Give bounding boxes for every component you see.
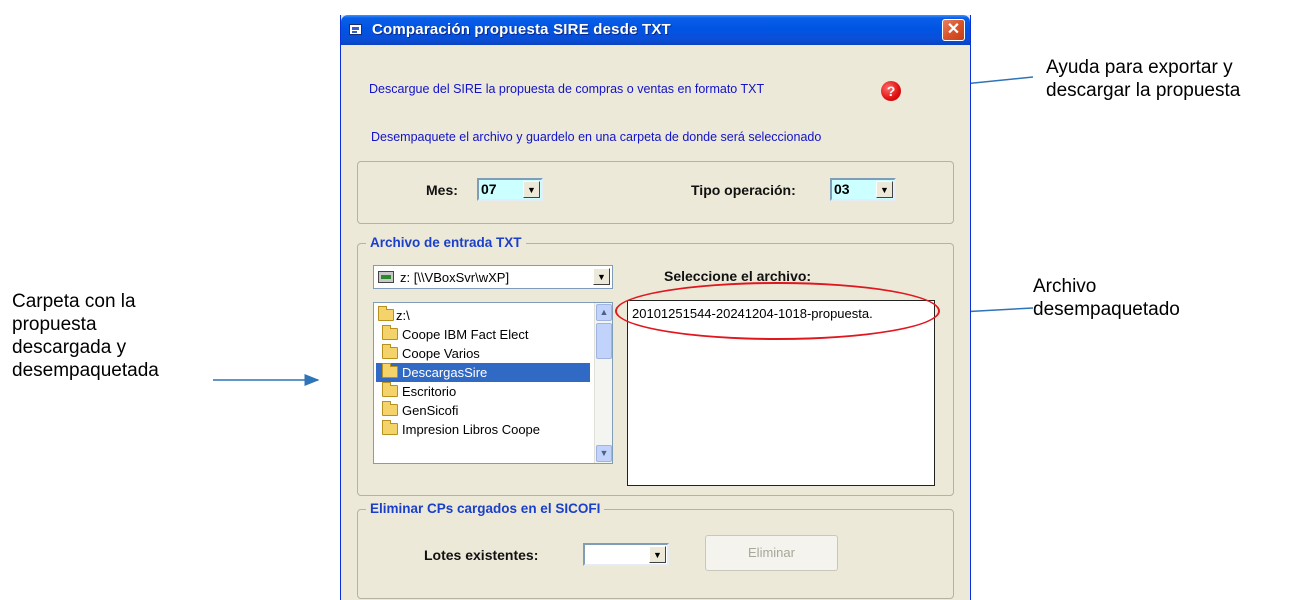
folder-icon	[382, 401, 398, 416]
folder-list[interactable]: z:\ Coope IBM Fact Elect Coope Varios De…	[373, 302, 613, 464]
tipo-operacion-value: 03	[834, 181, 850, 197]
file-annotation-line: Archivo	[1033, 276, 1097, 297]
list-item[interactable]: GenSicofi	[376, 401, 590, 420]
chevron-down-icon[interactable]: ▼	[596, 445, 612, 462]
mes-select[interactable]: 07 ▼	[477, 178, 543, 201]
help-annotation-line: Ayuda para exportar y	[1046, 57, 1233, 78]
folder-icon	[382, 420, 398, 435]
folder-icon	[382, 363, 398, 378]
folder-annotation-line: desempaquetada	[12, 360, 159, 381]
folder-annotation-line: propuesta	[12, 314, 97, 335]
chevron-down-icon[interactable]: ▼	[876, 181, 893, 198]
close-icon: ✕	[946, 21, 961, 38]
window-title: Comparación propuesta SIRE desde TXT	[372, 21, 671, 38]
file-annotation: Archivo desempaquetado	[1033, 275, 1180, 321]
help-annotation: Ayuda para exportar y descargar la propu…	[1046, 56, 1240, 102]
folder-icon	[382, 382, 398, 397]
close-button[interactable]: ✕	[942, 19, 965, 41]
tipo-operacion-select[interactable]: 03 ▼	[830, 178, 896, 201]
chevron-down-icon[interactable]: ▼	[523, 181, 540, 198]
input-file-group-legend: Archivo de entrada TXT	[366, 235, 526, 250]
list-item[interactable]: Coope IBM Fact Elect	[376, 325, 590, 344]
mes-value: 07	[481, 181, 497, 197]
network-drive-icon	[378, 271, 394, 283]
scrollbar-thumb[interactable]	[596, 323, 612, 359]
folder-name: z:\	[396, 308, 410, 323]
drive-value: z: [\\VBoxSvr\wXP]	[400, 270, 510, 285]
help-icon-glyph: ?	[886, 83, 896, 99]
delete-group: Eliminar CPs cargados en el SICOFI Lotes…	[357, 501, 954, 599]
list-item[interactable]: Impresion Libros Coope	[376, 420, 590, 439]
list-item[interactable]: Escritorio	[376, 382, 590, 401]
delete-group-legend: Eliminar CPs cargados en el SICOFI	[366, 501, 605, 516]
folder-open-icon	[378, 306, 394, 321]
instruction-download-text: Descargue del SIRE la propuesta de compr…	[369, 82, 765, 96]
instruction-download: Descargue del SIRE la propuesta de compr…	[369, 82, 764, 96]
delete-button[interactable]: Eliminar	[705, 535, 838, 571]
app-window-icon	[349, 24, 362, 35]
chevron-down-icon[interactable]: ▼	[649, 546, 666, 563]
lotes-select[interactable]: ▼	[583, 543, 669, 566]
chevron-up-icon[interactable]: ▲	[596, 304, 612, 321]
folder-name: GenSicofi	[402, 403, 459, 418]
folder-annotation: Carpeta con la propuesta descargada y de…	[12, 290, 159, 382]
folder-annotation-line: Carpeta con la	[12, 291, 136, 312]
chevron-down-icon[interactable]: ▼	[593, 268, 610, 285]
instruction-unpack-text: Desempaquete el archivo y guardelo en un…	[371, 130, 822, 144]
tipo-operacion-label: Tipo operación:	[691, 182, 796, 198]
folder-name: Escritorio	[402, 384, 457, 399]
help-annotation-line: descargar la propuesta	[1046, 80, 1241, 101]
lotes-label: Lotes existentes:	[424, 547, 539, 563]
folder-list-scrollbar[interactable]: ▲ ▼	[594, 303, 612, 463]
folder-icon	[382, 344, 398, 359]
folder-name: DescargasSire	[402, 365, 488, 380]
list-item-selected[interactable]: DescargasSire	[376, 363, 590, 382]
list-item[interactable]: z:\	[376, 306, 590, 325]
mes-label: Mes:	[426, 182, 458, 198]
folder-name: Coope IBM Fact Elect	[402, 327, 529, 342]
folder-name: Impresion Libros Coope	[402, 422, 541, 437]
help-icon[interactable]: ?	[881, 81, 901, 101]
list-item[interactable]: Coope Varios	[376, 344, 590, 363]
drive-select[interactable]: z: [\\VBoxSvr\wXP] ▼	[373, 265, 613, 289]
instruction-unpack: Desempaquete el archivo y guardelo en un…	[371, 130, 821, 144]
file-annotation-line: desempaquetado	[1033, 299, 1180, 320]
folder-icon	[382, 325, 398, 340]
title-bar[interactable]: Comparación propuesta SIRE desde TXT ✕	[341, 15, 970, 45]
folder-name: Coope Varios	[402, 346, 480, 361]
period-group: Mes: 07 ▼ Tipo operación: 03 ▼	[357, 161, 954, 224]
folder-annotation-line: descargada y	[12, 337, 127, 358]
file-highlight-ellipse	[615, 282, 940, 340]
